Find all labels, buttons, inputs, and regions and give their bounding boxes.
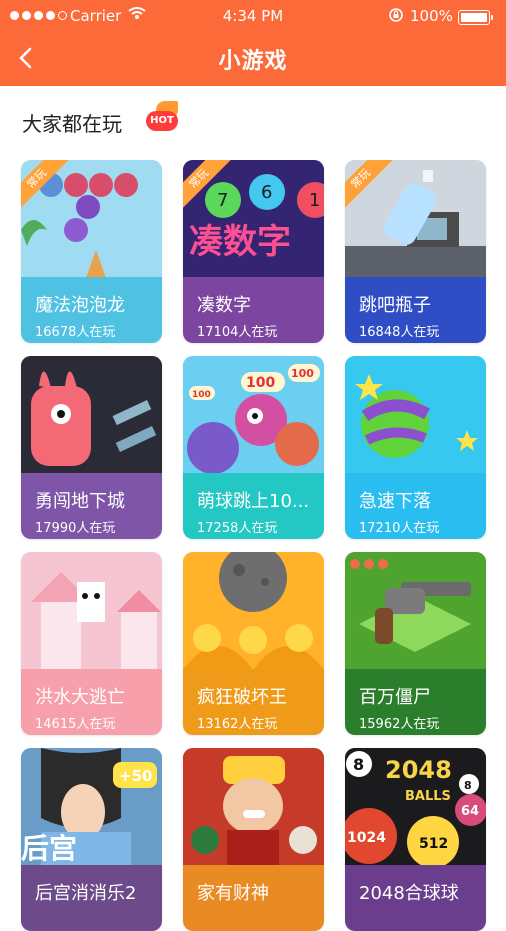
game-caption: 后宫消消乐2 bbox=[21, 865, 162, 931]
game-name: 凑数字 bbox=[197, 295, 251, 316]
game-card[interactable]: 家有财神 bbox=[183, 748, 324, 931]
navigation-bar: Carrier 4:34 PM 100% 小游戏 bbox=[0, 0, 506, 86]
game-caption: 萌球跳上10... 17258人在玩 bbox=[183, 473, 324, 539]
game-name: 萌球跳上10... bbox=[197, 491, 310, 512]
game-logo-text: 凑数字 bbox=[189, 222, 291, 262]
bouncing-balls-icon: 100 100 100 bbox=[183, 356, 324, 474]
page-title: 小游戏 bbox=[218, 49, 288, 74]
game-logo-text: 后宫 bbox=[21, 832, 77, 865]
game-art bbox=[21, 356, 162, 473]
game-card[interactable]: 8 2048 BALLS 64 1024 512 8 2048合球球 bbox=[345, 748, 486, 931]
game-card[interactable]: 急速下落 17210人在玩 bbox=[345, 356, 486, 539]
falling-ball-icon bbox=[345, 356, 486, 473]
game-name: 疯狂破坏王 bbox=[197, 687, 287, 708]
fortune-god-icon bbox=[183, 748, 324, 865]
game-name: 魔法泡泡龙 bbox=[35, 295, 125, 316]
zombie-gun-icon bbox=[345, 552, 486, 669]
player-count: 17104人在玩 bbox=[197, 325, 278, 340]
rotation-lock-icon bbox=[388, 7, 404, 27]
game-logo-subtext: BALLS bbox=[405, 789, 451, 804]
game-card[interactable]: 百万僵尸 15962人在玩 bbox=[345, 552, 486, 735]
score-label: 100 bbox=[192, 390, 211, 400]
battery-percentage: 100% bbox=[410, 7, 453, 25]
number-1: 1 bbox=[309, 190, 320, 211]
player-count: 17210人在玩 bbox=[359, 521, 440, 536]
game-name: 2048合球球 bbox=[359, 883, 459, 904]
player-count: 14615人在玩 bbox=[35, 717, 116, 732]
game-caption: 2048合球球 bbox=[345, 865, 486, 931]
game-art: +50 后宫 bbox=[21, 748, 162, 865]
game-name: 洪水大逃亡 bbox=[35, 687, 125, 708]
player-count: 16848人在玩 bbox=[359, 325, 440, 340]
game-art: 常玩 bbox=[345, 160, 486, 277]
game-art: 100 100 100 bbox=[183, 356, 324, 474]
flood-escape-icon bbox=[21, 552, 162, 669]
game-art: 常玩 bbox=[21, 160, 162, 278]
game-caption: 跳吧瓶子 16848人在玩 bbox=[345, 277, 486, 343]
game-name: 急速下落 bbox=[359, 491, 431, 512]
game-caption: 勇闯地下城 17990人在玩 bbox=[21, 473, 162, 539]
game-name: 百万僵尸 bbox=[359, 687, 431, 708]
ball-label: 8 bbox=[353, 755, 364, 774]
ball-2048-icon: 8 2048 BALLS 64 1024 512 8 bbox=[345, 748, 486, 868]
game-name: 后宫消消乐2 bbox=[35, 883, 137, 904]
game-caption: 家有财神 bbox=[183, 865, 324, 931]
section-title: 大家都在玩 bbox=[22, 112, 122, 136]
number-6: 6 bbox=[261, 182, 272, 203]
battery-icon bbox=[458, 10, 493, 25]
game-art bbox=[345, 356, 486, 473]
game-card[interactable]: 常玩 跳吧瓶子 16848人在玩 bbox=[345, 160, 486, 343]
score-label: 100 bbox=[291, 367, 314, 380]
ball-label: 512 bbox=[419, 836, 448, 852]
game-art: 8 2048 BALLS 64 1024 512 8 bbox=[345, 748, 486, 868]
ball-label: 64 bbox=[461, 804, 479, 819]
number-7: 7 bbox=[217, 190, 228, 211]
game-grid: 常玩 魔法泡泡龙 16678人在玩 7 6 1 凑数字 常玩 凑数字 17104… bbox=[21, 160, 486, 931]
game-art: 7 6 1 凑数字 常玩 bbox=[183, 160, 324, 277]
game-caption: 百万僵尸 15962人在玩 bbox=[345, 669, 486, 735]
game-card[interactable]: 疯狂破坏王 13162人在玩 bbox=[183, 552, 324, 735]
player-count: 15962人在玩 bbox=[359, 717, 440, 732]
game-art bbox=[183, 748, 324, 865]
game-caption: 急速下落 17210人在玩 bbox=[345, 473, 486, 539]
score-label: 100 bbox=[246, 375, 275, 391]
game-art bbox=[21, 552, 162, 669]
dungeon-rabbit-icon bbox=[21, 356, 162, 473]
game-card[interactable]: 常玩 魔法泡泡龙 16678人在玩 bbox=[21, 160, 162, 343]
game-card[interactable]: 7 6 1 凑数字 常玩 凑数字 17104人在玩 bbox=[183, 160, 324, 343]
hot-badge-label: HOT bbox=[146, 111, 178, 131]
ball-label: 8 bbox=[464, 779, 472, 792]
game-card[interactable]: 洪水大逃亡 14615人在玩 bbox=[21, 552, 162, 735]
status-bar: Carrier 4:34 PM 100% bbox=[0, 0, 506, 32]
game-name: 跳吧瓶子 bbox=[359, 295, 431, 316]
game-caption: 凑数字 17104人在玩 bbox=[183, 277, 324, 343]
player-count: 17258人在玩 bbox=[197, 521, 278, 536]
game-caption: 洪水大逃亡 14615人在玩 bbox=[21, 669, 162, 735]
game-art bbox=[183, 552, 324, 670]
game-art bbox=[345, 552, 486, 669]
bonus-badge: +50 bbox=[119, 767, 152, 785]
hot-badge: HOT bbox=[146, 101, 180, 137]
game-name: 勇闯地下城 bbox=[35, 491, 125, 512]
player-count: 17990人在玩 bbox=[35, 521, 116, 536]
game-caption: 疯狂破坏王 13162人在玩 bbox=[183, 669, 324, 735]
game-card[interactable]: 100 100 100 萌球跳上10... 17258人在玩 bbox=[183, 356, 324, 539]
game-card[interactable]: 勇闯地下城 17990人在玩 bbox=[21, 356, 162, 539]
game-logo-text: 2048 bbox=[385, 756, 452, 784]
ball-label: 1024 bbox=[347, 830, 386, 846]
player-count: 13162人在玩 bbox=[197, 717, 278, 732]
game-name: 家有财神 bbox=[197, 883, 269, 904]
palace-match-icon: +50 后宫 bbox=[21, 748, 162, 865]
player-count: 16678人在玩 bbox=[35, 325, 116, 340]
game-caption: 魔法泡泡龙 16678人在玩 bbox=[21, 277, 162, 343]
destroyer-icon bbox=[183, 552, 324, 670]
game-card[interactable]: +50 后宫 后宫消消乐2 bbox=[21, 748, 162, 931]
